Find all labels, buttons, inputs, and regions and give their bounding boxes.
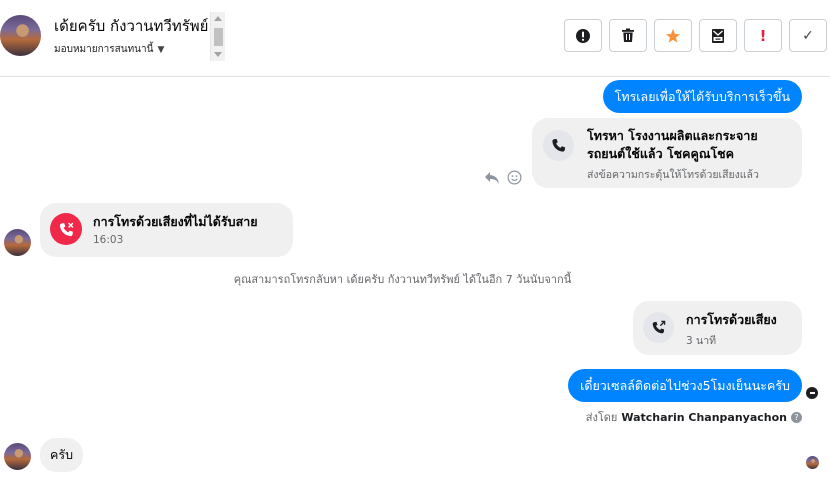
sent-by-label: ส่งโดย xyxy=(585,411,618,424)
scroll-down-icon[interactable] xyxy=(214,52,222,57)
check-icon: ✓ xyxy=(802,27,814,44)
call-card-title-line2: รถยนต์ใช้แล้ว โชคคูณโชค xyxy=(587,146,735,161)
alert-circle-icon xyxy=(576,28,590,43)
reply-text: ครับ xyxy=(50,447,74,462)
call-prompt-text: โทรเลยเพื่อให้ได้รับบริการเร็วขึ้น xyxy=(614,88,790,104)
reply-icon[interactable] xyxy=(484,170,500,184)
react-emoji-icon[interactable] xyxy=(507,170,522,185)
sender-avatar-2[interactable] xyxy=(4,443,31,470)
reply-message[interactable]: ครับ xyxy=(40,438,84,472)
trash-icon xyxy=(622,28,634,42)
voice-call-title: การโทรด้วยเสียง xyxy=(686,312,777,327)
mark-done-button[interactable]: ✓ xyxy=(789,19,827,52)
followup-text: เดี๋ยวเซลล์ติดต่อไปช่วง5โมงเย็นนะครับ xyxy=(580,377,790,393)
call-icon-circle xyxy=(543,130,574,161)
missed-call-time: 16:03 xyxy=(93,234,124,246)
star-icon xyxy=(666,28,680,43)
call-card-subtitle: ส่งข้อความกระตุ้นให้โทรด้วยเสียงแล้ว xyxy=(587,169,759,181)
seen-indicator-icon xyxy=(806,387,818,399)
archive-mail-icon xyxy=(712,28,724,43)
phone-icon xyxy=(552,138,566,152)
voice-call-duration: 3 นาที xyxy=(686,335,717,347)
star-button[interactable] xyxy=(654,19,692,52)
missed-call-icon xyxy=(50,213,82,245)
callback-info-note: คุณสามารถโทรกลับหา เด้ยครับ กังวานทวีทรั… xyxy=(233,273,572,286)
contact-name[interactable]: เด้ยครับ กังวานทวีทรัพย์ xyxy=(54,14,208,38)
outgoing-call-icon xyxy=(652,320,666,334)
followup-message[interactable]: เดี๋ยวเซลล์ติดต่อไปช่วง5โมงเย็นนะครับ xyxy=(568,369,802,402)
sent-by-line: ส่งโดย Watcharin Chanpanyachon ? xyxy=(586,408,802,426)
conversation-toolbar: ! ✓ xyxy=(564,19,827,52)
scroll-up-icon[interactable] xyxy=(214,16,222,21)
read-receipt-avatar xyxy=(806,456,819,469)
call-request-card[interactable]: โทรหา โรงงานผลิตและกระจาย รถยนต์ใช้แล้ว … xyxy=(532,118,802,188)
scroll-thumb[interactable] xyxy=(214,28,223,46)
sent-by-name: Watcharin Chanpanyachon xyxy=(621,410,787,424)
delete-button[interactable] xyxy=(609,19,647,52)
archive-button[interactable] xyxy=(699,19,737,52)
call-prompt-message[interactable]: โทรเลยเพื่อให้ได้รับบริการเร็วขึ้น xyxy=(602,80,802,113)
help-icon[interactable]: ? xyxy=(791,411,802,423)
voice-call-icon-circle xyxy=(643,312,674,343)
spam-button[interactable] xyxy=(564,19,602,52)
exclamation-icon: ! xyxy=(759,26,767,45)
assign-label: มอบหมายการสนทนานี้ xyxy=(54,44,154,55)
conversation-header: เด้ยครับ กังวานทวีทรัพย์ มอบหมายการสนทนา… xyxy=(0,0,830,77)
caret-down-icon: ▼ xyxy=(157,44,165,55)
call-card-title-line1: โทรหา โรงงานผลิตและกระจาย xyxy=(587,128,758,143)
header-scrollbar[interactable] xyxy=(210,12,225,61)
assign-conversation-dropdown[interactable]: มอบหมายการสนทนานี้ ▼ xyxy=(54,42,164,57)
contact-avatar[interactable] xyxy=(0,15,41,56)
voice-call-card[interactable]: การโทรด้วยเสียง 3 นาที xyxy=(633,301,802,355)
mark-important-button[interactable]: ! xyxy=(744,19,782,52)
sender-avatar[interactable] xyxy=(4,229,31,256)
missed-call-card[interactable]: การโทรด้วยเสียงที่ไม่ได้รับสาย 16:03 xyxy=(40,203,293,257)
missed-call-title: การโทรด้วยเสียงที่ไม่ได้รับสาย xyxy=(93,214,258,229)
